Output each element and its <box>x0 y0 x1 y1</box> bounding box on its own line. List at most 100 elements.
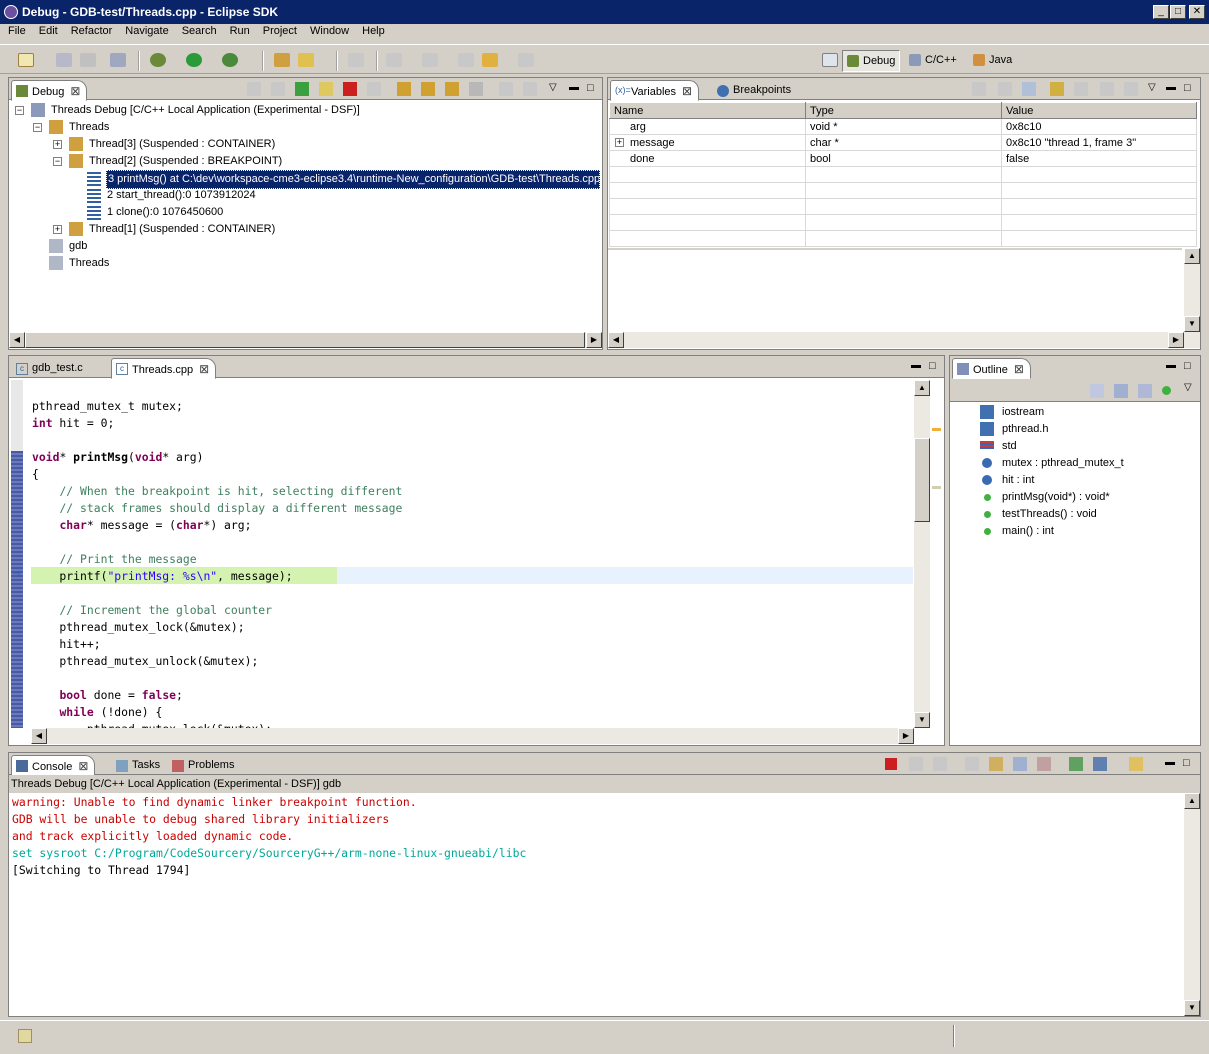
scroll-down-icon[interactable]: ▼ <box>914 712 930 728</box>
minimize-view-icon[interactable]: ▬ <box>1166 82 1180 96</box>
binary-icon[interactable] <box>110 53 126 67</box>
instruction-step-icon[interactable] <box>499 82 513 96</box>
open-perspective-icon[interactable] <box>822 53 838 67</box>
scroll-down-icon[interactable]: ▼ <box>1184 1000 1200 1016</box>
sort-icon[interactable] <box>1090 384 1104 398</box>
maximize-view-icon[interactable]: □ <box>587 82 601 96</box>
remove-all-icon[interactable] <box>1124 82 1138 96</box>
drop-to-frame-icon[interactable] <box>469 82 483 96</box>
debug-hscroll[interactable]: ◀ ▶ <box>9 332 602 348</box>
expand-icon[interactable]: + <box>615 138 624 147</box>
close-button[interactable]: ✕ <box>1189 5 1205 19</box>
close-icon[interactable]: ⊠ <box>199 362 209 376</box>
overview-marker[interactable] <box>932 428 941 431</box>
external-tools-icon[interactable] <box>222 53 238 67</box>
show-on-stdout-icon[interactable] <box>1013 757 1027 771</box>
minimize-view-icon[interactable]: ▬ <box>1165 757 1179 771</box>
hide-static-icon[interactable] <box>1138 384 1152 398</box>
close-icon[interactable]: ⊠ <box>682 84 692 98</box>
scroll-thumb[interactable] <box>25 332 585 348</box>
new-icon[interactable] <box>18 53 34 67</box>
minimize-view-icon[interactable]: ▬ <box>911 360 925 374</box>
minimize-view-icon[interactable]: ▬ <box>1166 360 1180 374</box>
remove-terminated-icon[interactable] <box>247 82 261 96</box>
detail-pane-sash[interactable] <box>608 248 1182 250</box>
scroll-left-icon[interactable]: ◀ <box>608 332 624 348</box>
column-type[interactable]: Type <box>805 102 1002 119</box>
suspend-icon[interactable] <box>319 82 333 96</box>
scroll-right-icon[interactable]: ▶ <box>1168 332 1184 348</box>
editor-vscroll[interactable]: ▲ ▼ <box>914 380 930 728</box>
perspective-cpp[interactable]: C/C++ <box>905 50 961 72</box>
column-name[interactable]: Name <box>609 102 806 119</box>
save-icon[interactable] <box>56 53 72 67</box>
maximize-view-icon[interactable]: □ <box>1184 360 1198 374</box>
step-into-icon[interactable] <box>397 82 411 96</box>
open-console-icon[interactable] <box>1129 757 1143 771</box>
column-value[interactable]: Value <box>1001 102 1197 119</box>
close-icon[interactable]: ⊠ <box>78 759 88 773</box>
maximize-view-icon[interactable]: □ <box>929 360 943 374</box>
tab-breakpoints[interactable]: Breakpoints <box>712 80 798 100</box>
perspective-java[interactable]: Java <box>969 50 1016 72</box>
step-return-icon[interactable] <box>445 82 459 96</box>
variables-hscroll[interactable]: ◀ ▶ <box>608 332 1200 348</box>
debug-icon[interactable] <box>150 53 166 67</box>
resume-icon[interactable] <box>295 82 309 96</box>
show-logical-structure-icon[interactable] <box>998 82 1012 96</box>
scroll-up-icon[interactable]: ▲ <box>1184 793 1200 809</box>
tab-debug[interactable]: Debug ⊠ <box>11 80 88 101</box>
menu-run[interactable]: Run <box>222 24 255 37</box>
connect-icon[interactable] <box>271 82 285 96</box>
disconnect-icon[interactable] <box>367 82 381 96</box>
tab-outline[interactable]: Outline ⊠ <box>952 358 1031 379</box>
menu-window[interactable]: Window <box>302 24 354 37</box>
scroll-right-icon[interactable]: ▶ <box>586 332 602 348</box>
display-console-icon[interactable] <box>1093 757 1107 771</box>
view-menu-icon[interactable]: ▽ <box>549 82 563 96</box>
search-icon[interactable] <box>298 53 314 67</box>
tab-tasks[interactable]: Tasks <box>111 755 167 775</box>
console-output[interactable]: warning: Unable to find dynamic linker b… <box>12 794 526 879</box>
terminate-icon[interactable] <box>885 758 897 770</box>
scroll-right-icon[interactable]: ▶ <box>898 728 914 744</box>
minimize-button[interactable]: _ <box>1153 5 1169 19</box>
minimize-view-icon[interactable]: ▬ <box>569 82 583 96</box>
run-icon[interactable] <box>186 53 202 67</box>
add-watch-icon[interactable] <box>1074 82 1088 96</box>
hide-fields-icon[interactable] <box>1114 384 1128 398</box>
remove-icon[interactable] <box>1100 82 1114 96</box>
maximize-view-icon[interactable]: □ <box>1184 82 1198 96</box>
scroll-left-icon[interactable]: ◀ <box>31 728 47 744</box>
view-menu-icon[interactable]: ▽ <box>1184 382 1198 396</box>
tab-problems[interactable]: Problems <box>167 755 241 775</box>
tab-console[interactable]: Console ⊠ <box>11 755 96 776</box>
menu-navigate[interactable]: Navigate <box>117 24 173 37</box>
overview-marker[interactable] <box>932 486 941 489</box>
forward-icon[interactable] <box>518 53 534 67</box>
table-row[interactable]: + message char * 0x8c10 "thread 1, frame 3" <box>609 134 1197 151</box>
next-annotation-icon[interactable] <box>386 53 402 67</box>
menu-project[interactable]: Project <box>255 24 302 37</box>
menu-edit[interactable]: Edit <box>31 24 63 37</box>
close-icon[interactable]: ⊠ <box>1014 362 1024 376</box>
scroll-up-icon[interactable]: ▲ <box>1184 248 1200 264</box>
remove-launch-icon[interactable] <box>909 757 923 771</box>
perspective-debug[interactable]: Debug <box>842 50 901 72</box>
menu-search[interactable]: Search <box>174 24 222 37</box>
scroll-thumb[interactable] <box>914 438 930 522</box>
scroll-up-icon[interactable]: ▲ <box>914 380 930 396</box>
collapse-icon[interactable]: − <box>15 106 24 115</box>
fast-view-icon[interactable] <box>18 1029 32 1043</box>
open-type-icon[interactable] <box>274 53 290 67</box>
pin-console-icon[interactable] <box>1069 757 1083 771</box>
close-icon[interactable]: ⊠ <box>70 84 80 98</box>
collapse-icon[interactable]: − <box>33 123 42 132</box>
maximize-button[interactable]: □ <box>1170 5 1186 19</box>
print-icon[interactable] <box>80 53 96 67</box>
source-code[interactable]: pthread_mutex_t mutex; int hit = 0; void… <box>32 398 402 738</box>
prev-annotation-icon[interactable] <box>422 53 438 67</box>
hide-nonpublic-icon[interactable] <box>1162 386 1171 395</box>
remove-all-terminated-icon[interactable] <box>933 757 947 771</box>
pen-icon[interactable] <box>348 53 364 67</box>
